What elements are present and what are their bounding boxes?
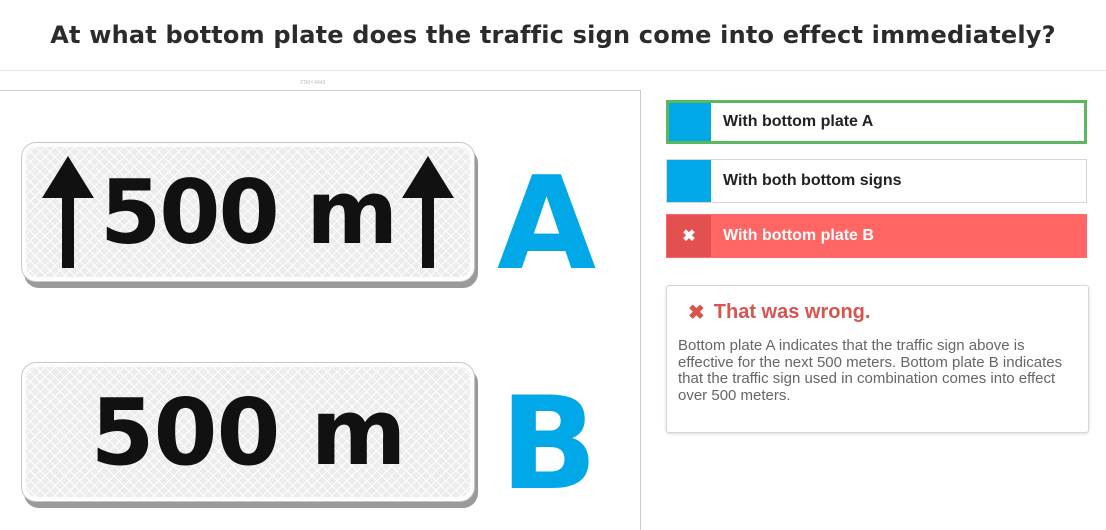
arrow-up-icon — [41, 156, 94, 268]
feedback-title-row: ✖ That was wrong. — [688, 300, 1074, 325]
answer-option-a[interactable]: With bottom plate A — [666, 100, 1087, 144]
plate-label-b: B — [500, 370, 598, 519]
plate-b-text: 500 m — [90, 378, 407, 486]
feedback-box: ✖ That was wrong. Bottom plate A indicat… — [666, 285, 1089, 433]
answer-label: With both bottom signs — [723, 172, 902, 189]
bottom-plate-a: 500 m — [22, 143, 474, 281]
plate-label-a: A — [497, 150, 597, 299]
feedback-explanation: Bottom plate A indicates that the traffi… — [678, 337, 1063, 404]
plate-a-text: 500 m — [99, 160, 398, 264]
answer-label: With bottom plate B — [723, 227, 874, 244]
wrong-mark-icon: ✖ — [667, 215, 711, 257]
question-title: At what bottom plate does the traffic si… — [0, 0, 1106, 71]
close-icon: ✖ — [688, 302, 705, 324]
question-image: 500 m A 500 m B — [0, 90, 641, 530]
bottom-plate-b: 500 m — [22, 363, 474, 501]
answer-swatch — [667, 160, 711, 202]
answer-swatch — [669, 103, 711, 141]
answer-option-b[interactable]: ✖ With bottom plate B — [666, 214, 1087, 258]
answer-label: With bottom plate A — [723, 113, 874, 130]
image-caption-mark: 2TKH 4443 — [300, 80, 326, 86]
answer-option-both[interactable]: With both bottom signs — [666, 159, 1087, 203]
arrow-up-icon — [402, 156, 455, 268]
feedback-title: That was wrong. — [713, 301, 871, 323]
